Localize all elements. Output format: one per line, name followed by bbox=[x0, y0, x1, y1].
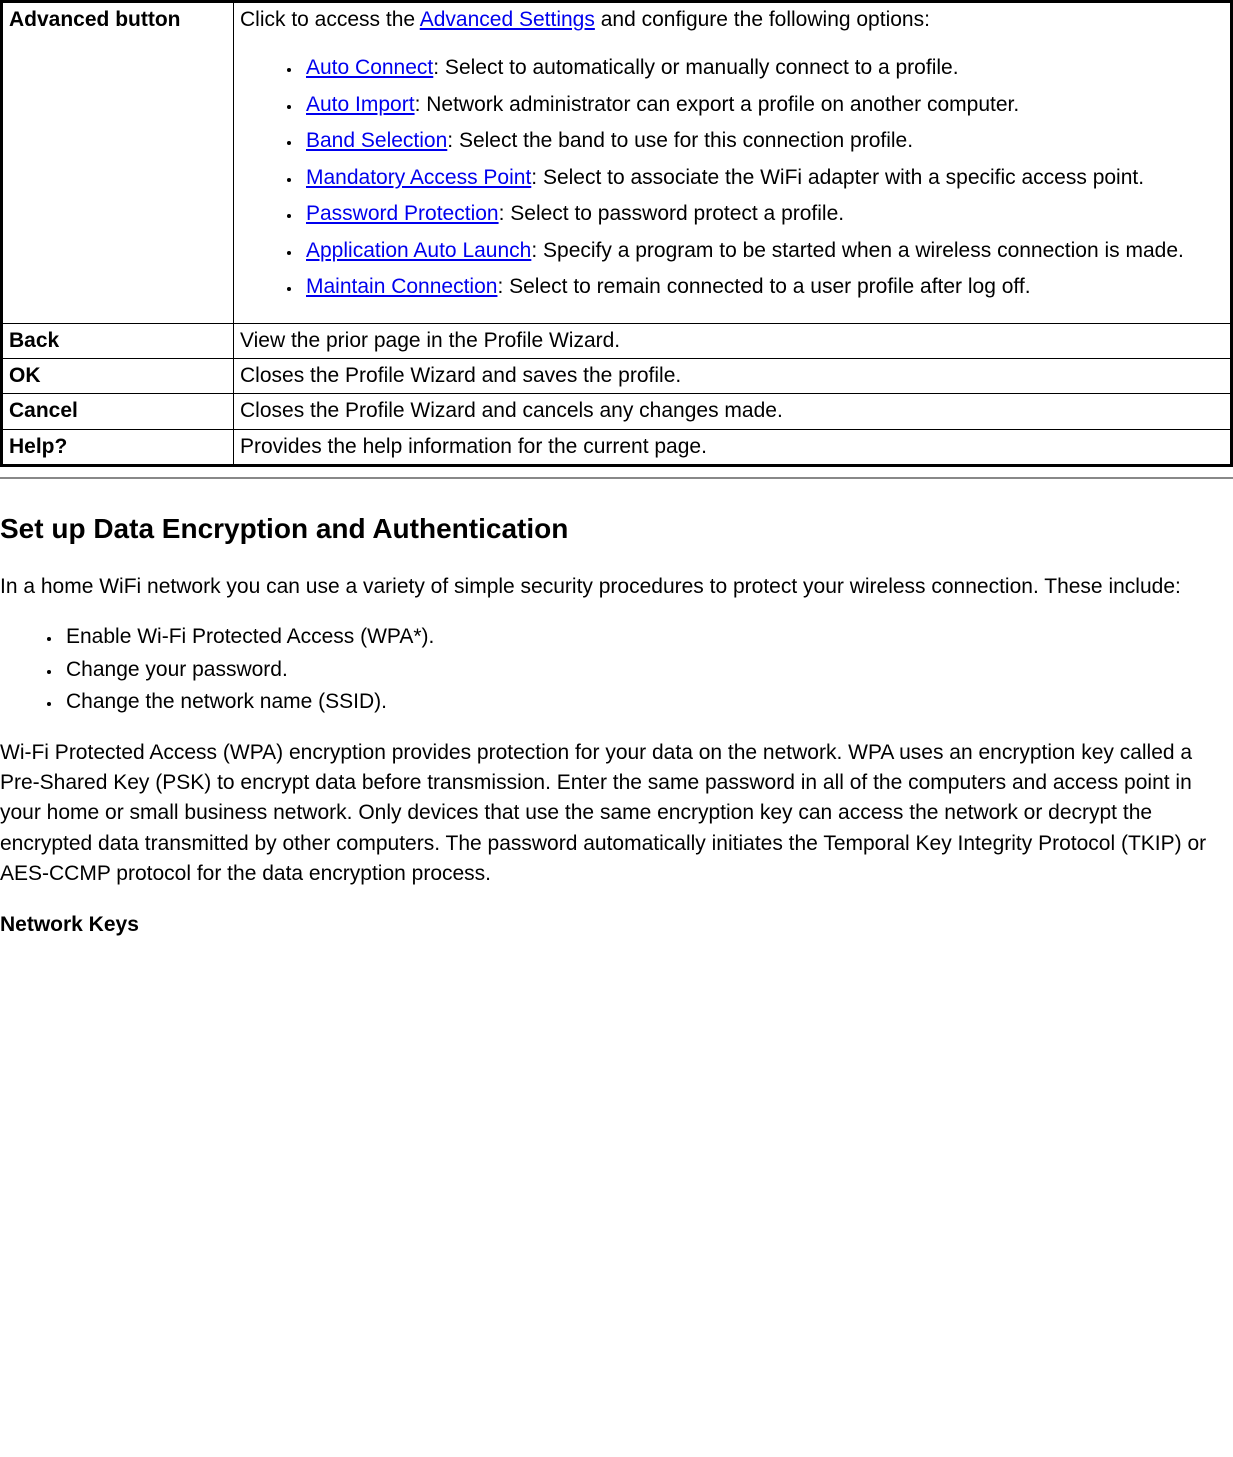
item-desc: : Specify a program to be started when a… bbox=[531, 239, 1184, 262]
row-label: Advanced button bbox=[2, 2, 234, 324]
intro-paragraph: In a home WiFi network you can use a var… bbox=[0, 572, 1233, 602]
list-item: Mandatory Access Point: Select to associ… bbox=[302, 163, 1224, 193]
table-row: OK Closes the Profile Wizard and saves t… bbox=[2, 358, 1232, 393]
advanced-options-list: Auto Connect: Select to automatically or… bbox=[240, 53, 1224, 302]
list-item: Change the network name (SSID). bbox=[62, 687, 1233, 717]
list-item: Auto Import: Network administrator can e… bbox=[302, 90, 1224, 120]
mandatory-access-point-link[interactable]: Mandatory Access Point bbox=[306, 166, 531, 189]
password-protection-link[interactable]: Password Protection bbox=[306, 202, 499, 225]
security-procedures-list: Enable Wi-Fi Protected Access (WPA*). Ch… bbox=[0, 622, 1233, 717]
table-row: Back View the prior page in the Profile … bbox=[2, 323, 1232, 358]
item-desc: : Select the band to use for this connec… bbox=[447, 129, 913, 152]
row-label: Back bbox=[2, 323, 234, 358]
list-item: Maintain Connection: Select to remain co… bbox=[302, 272, 1224, 302]
item-desc: : Network administrator can export a pro… bbox=[415, 93, 1020, 116]
table-row: Help? Provides the help information for … bbox=[2, 429, 1232, 465]
list-item: Auto Connect: Select to automatically or… bbox=[302, 53, 1224, 83]
table-row: Advanced button Click to access the Adva… bbox=[2, 2, 1232, 324]
row-label: Help? bbox=[2, 429, 234, 465]
wpa-paragraph: Wi-Fi Protected Access (WPA) encryption … bbox=[0, 738, 1233, 890]
list-item: Change your password. bbox=[62, 655, 1233, 685]
row-label: OK bbox=[2, 358, 234, 393]
list-item: Enable Wi-Fi Protected Access (WPA*). bbox=[62, 622, 1233, 652]
row-desc: Provides the help information for the cu… bbox=[234, 429, 1232, 465]
description-table: Advanced button Click to access the Adva… bbox=[0, 0, 1233, 467]
maintain-connection-link[interactable]: Maintain Connection bbox=[306, 275, 497, 298]
list-item: Password Protection: Select to password … bbox=[302, 199, 1224, 229]
row-desc: Closes the Profile Wizard and saves the … bbox=[234, 358, 1232, 393]
network-keys-subheading: Network Keys bbox=[0, 910, 1233, 940]
row-desc: Closes the Profile Wizard and cancels an… bbox=[234, 394, 1232, 429]
divider bbox=[0, 477, 1233, 479]
item-desc: : Select to automatically or manually co… bbox=[433, 56, 958, 79]
application-auto-launch-link[interactable]: Application Auto Launch bbox=[306, 239, 531, 262]
band-selection-link[interactable]: Band Selection bbox=[306, 129, 447, 152]
row-desc: View the prior page in the Profile Wizar… bbox=[234, 323, 1232, 358]
advanced-settings-link[interactable]: Advanced Settings bbox=[420, 8, 595, 31]
table-row: Cancel Closes the Profile Wizard and can… bbox=[2, 394, 1232, 429]
row-label: Cancel bbox=[2, 394, 234, 429]
row-desc: Click to access the Advanced Settings an… bbox=[234, 2, 1232, 324]
intro-suffix: and configure the following options: bbox=[595, 8, 930, 31]
auto-import-link[interactable]: Auto Import bbox=[306, 93, 415, 116]
list-item: Application Auto Launch: Specify a progr… bbox=[302, 236, 1224, 266]
auto-connect-link[interactable]: Auto Connect bbox=[306, 56, 433, 79]
item-desc: : Select to password protect a profile. bbox=[499, 202, 845, 225]
list-item: Band Selection: Select the band to use f… bbox=[302, 126, 1224, 156]
section-heading: Set up Data Encryption and Authenticatio… bbox=[0, 509, 1233, 550]
item-desc: : Select to associate the WiFi adapter w… bbox=[531, 166, 1144, 189]
intro-prefix: Click to access the bbox=[240, 8, 420, 31]
item-desc: : Select to remain connected to a user p… bbox=[497, 275, 1030, 298]
